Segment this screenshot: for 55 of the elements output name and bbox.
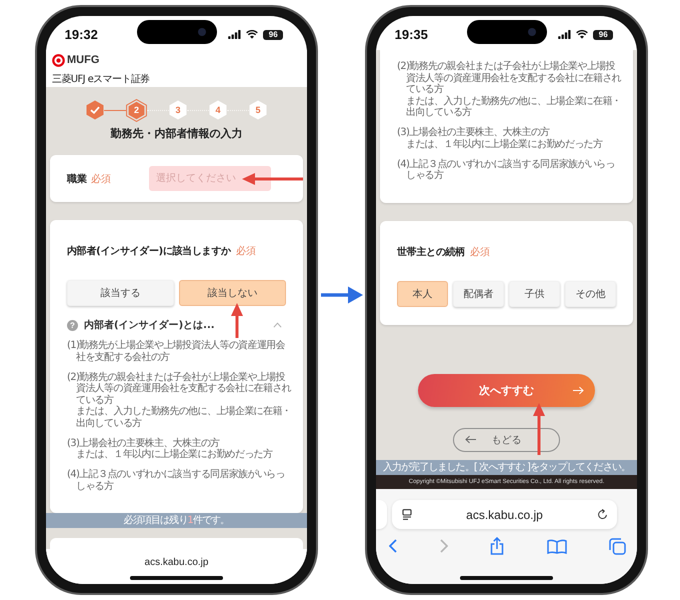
url-text: acs.kabu.co.jp: [465, 508, 544, 522]
option-button[interactable]: 該当する: [67, 280, 174, 306]
book-icon[interactable]: [546, 538, 566, 554]
option-button[interactable]: 配偶者: [453, 280, 504, 306]
logo-icon: [52, 54, 65, 67]
explanation-text: (2)勤務先の親会社または子会社が上場企業や上場投資法人等の資産運用会社を支配する会社に在籍されている方 または、入力した勤務先の他に、上場企業に在籍・出向している方: [397, 61, 622, 118]
option-button[interactable]: 該当しない: [179, 280, 286, 306]
address-field[interactable]: acs.kabu.co.jp: [392, 500, 617, 529]
notice-banner: 入力が完了しました。[ 次へすすむ ]をタップしてください。: [376, 460, 637, 474]
question-label: 内部者(インサイダー)に該当しますか: [67, 245, 231, 258]
back-button[interactable]: もどる: [453, 428, 560, 452]
page-title: 勤務先・内部者情報の入力: [110, 127, 244, 141]
explanation-text: (4)上記３点のいずれかに該当する同居家族がいらっしゃる方: [397, 158, 616, 182]
option-button[interactable]: その他: [565, 280, 616, 306]
page-icon: [402, 509, 412, 520]
required-tag: 必須: [470, 246, 490, 258]
wifi-icon: [246, 30, 258, 39]
explanation-text: (3)上場会社の主要株主、大株主の方 または、１年以内に上場企業にお勤めだった方: [67, 438, 274, 460]
select-field[interactable]: 選択してください: [149, 166, 271, 191]
required-tag: 必須: [236, 245, 256, 258]
step-marker: 5: [249, 100, 267, 120]
pointer-arrow: [230, 303, 242, 338]
step-marker: 2: [126, 98, 147, 122]
battery-indicator: 96: [263, 30, 284, 40]
step-marker: 3: [169, 100, 187, 120]
explanation-text: (4)上記３点のいずれかに該当する同居家族がいらっしゃる方: [67, 469, 286, 492]
brand-subtitle: 三菱UFJ eスマート証券: [52, 73, 150, 86]
wifi-icon: [576, 30, 588, 39]
brand-name: MUFG: [67, 54, 100, 67]
explanation-text: (3)上場会社の主要株主、大株主の方 または、１年以内に上場企業にお勤めだった方: [397, 127, 604, 150]
arrow-right-icon: [573, 386, 584, 394]
status-time: 19:35: [394, 27, 428, 42]
field-label: 職業: [67, 172, 87, 186]
explanation-text: (1)勤務先が上場企業や上場投資法人等の資産運用会社を支配する会社の方: [67, 340, 286, 363]
required-tag: 必須: [91, 172, 111, 186]
help-icon: ?: [67, 320, 78, 330]
back-icon[interactable]: [389, 539, 397, 553]
url-text: acs.kabu.co.jp: [144, 557, 208, 568]
reload-icon[interactable]: [597, 509, 608, 520]
signal-icon: [228, 30, 242, 39]
status-time: 19:32: [64, 27, 98, 42]
arrow-left-icon: [465, 435, 476, 444]
question-label: 世帯主との続柄: [397, 246, 465, 258]
pointer-arrow: [532, 402, 544, 454]
notice-banner: 必須項目は残り1件です。: [46, 513, 307, 528]
step-marker: 4: [209, 100, 227, 120]
tabs-icon[interactable]: [609, 538, 626, 554]
signal-icon: [558, 30, 572, 39]
share-icon[interactable]: [490, 537, 504, 555]
pointer-arrow: [242, 172, 304, 184]
option-button[interactable]: 本人: [397, 280, 448, 306]
explanation-text: (2)勤務先の親会社または子会社が上場企業や上場投資法人等の資産運用会社を支配する会社に在籍されている方 または、入力した勤務先の他に、上場企業に在籍・出向している方: [67, 372, 292, 429]
option-button[interactable]: 子供: [509, 280, 560, 306]
accordion-header[interactable]: ? 内部者(インサイダー)とは...: [67, 316, 286, 334]
battery-indicator: 96: [593, 30, 614, 40]
